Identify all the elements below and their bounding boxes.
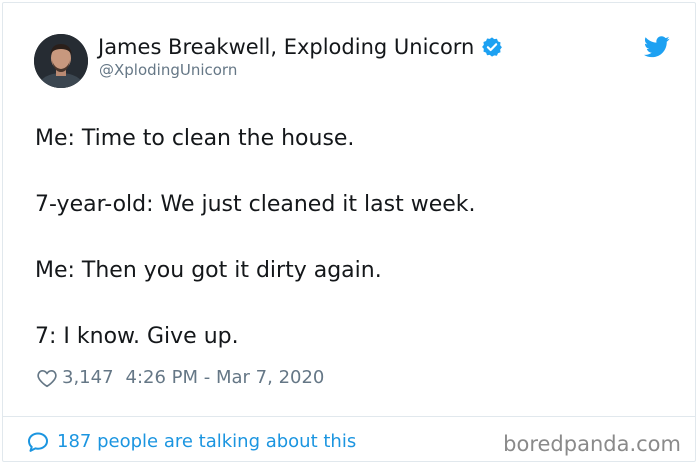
tweet-text: Me: Time to clean the house. 7-year-old:…	[35, 123, 675, 353]
avatar[interactable]	[34, 34, 88, 88]
watermark: boredpanda.com	[503, 432, 681, 456]
author-display-name[interactable]: James Breakwell, Exploding Unicorn	[98, 33, 474, 61]
like-count[interactable]: 3,147	[62, 366, 114, 390]
speech-bubble-icon	[28, 432, 48, 452]
tweet-line: 7-year-old: We just cleaned it last week…	[35, 192, 476, 217]
tweet-timestamp[interactable]: 4:26 PM - Mar 7, 2020	[126, 366, 325, 390]
tweet-line: 7: I know. Give up.	[35, 324, 239, 349]
footer-divider	[3, 416, 695, 417]
tweet-card: James Breakwell, Exploding Unicorn @Xplo…	[2, 2, 696, 462]
tweet-line: Me: Time to clean the house.	[35, 126, 355, 151]
tweet-meta: 3,147 4:26 PM - Mar 7, 2020	[36, 366, 324, 390]
talking-label[interactable]: 187 people are talking about this	[57, 430, 356, 454]
tweet-line: Me: Then you got it dirty again.	[35, 258, 382, 283]
author-handle[interactable]: @XplodingUnicorn	[99, 60, 237, 80]
heart-outline-icon[interactable]	[36, 367, 58, 389]
talking-link[interactable]: 187 people are talking about this	[26, 430, 356, 454]
avatar-photo	[34, 34, 88, 88]
verified-badge-icon	[482, 37, 503, 57]
author-name-row[interactable]: James Breakwell, Exploding Unicorn	[98, 33, 503, 61]
twitter-bird-icon[interactable]	[644, 36, 670, 58]
